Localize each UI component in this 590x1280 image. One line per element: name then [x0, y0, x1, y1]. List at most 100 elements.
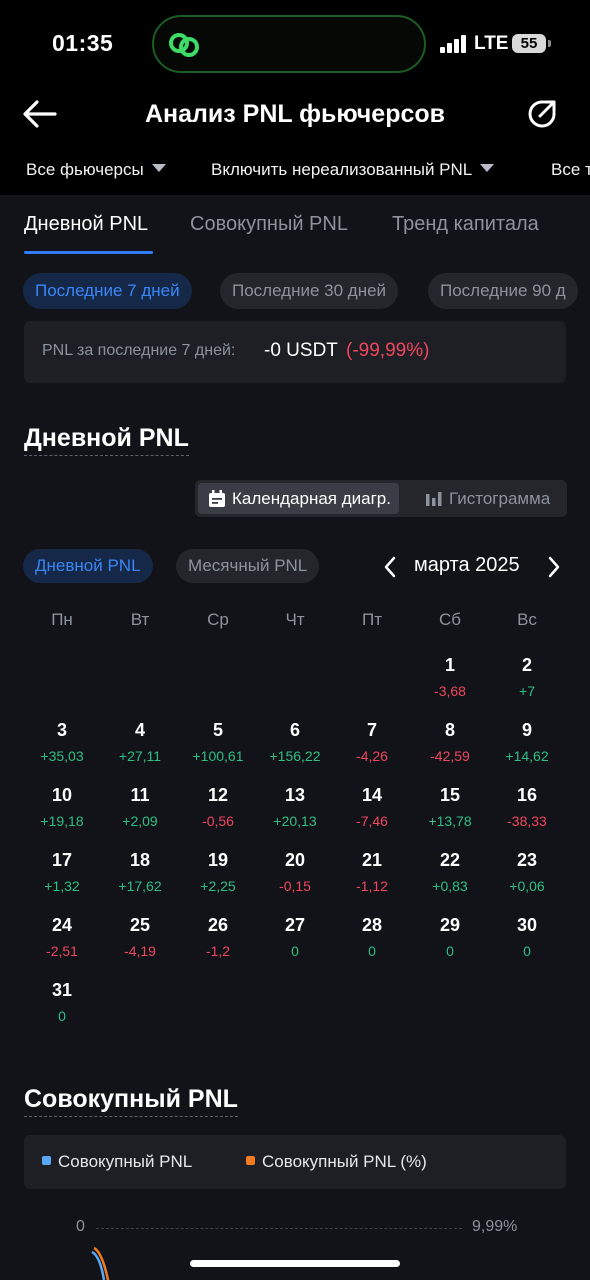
calendar-day[interactable]: 15 +13,78	[411, 785, 489, 829]
day-number: 4	[134, 720, 145, 740]
calendar-day[interactable]: 27 0	[256, 915, 334, 959]
tab-cumulative-pnl[interactable]: Совокупный PNL	[190, 213, 348, 236]
day-number: 5	[212, 720, 223, 740]
day-number: 26	[207, 915, 229, 935]
filter-unrealized-dropdown[interactable]: Включить нереализованный PNL	[211, 160, 495, 180]
day-number: 2	[521, 655, 532, 675]
calendar-day[interactable]: 6 +156,22	[256, 720, 334, 764]
calendar-day[interactable]: 29 0	[411, 915, 489, 959]
calendar-day[interactable]: 25 -4,19	[101, 915, 179, 959]
share-icon[interactable]	[526, 98, 558, 130]
calendar-day[interactable]: 30 0	[488, 915, 566, 959]
calendar-day[interactable]: 7 -4,26	[333, 720, 411, 764]
legend-item-pnl[interactable]: Совокупный PNL	[42, 1152, 192, 1172]
day-number: 14	[361, 785, 383, 805]
day-pnl-value: -42,59	[430, 748, 470, 764]
summary-percent: (-99,99%)	[346, 340, 430, 361]
home-indicator	[190, 1260, 400, 1267]
day-number: 24	[51, 915, 73, 935]
cumulative-pnl-heading: Совокупный PNL	[24, 1085, 238, 1117]
day-number: 18	[129, 850, 151, 870]
period-30-days[interactable]: Последние 30 дней	[220, 273, 399, 309]
calendar-day[interactable]: 5 +100,61	[179, 720, 257, 764]
pnl-summary-card: PNL за последние 7 дней: -0 USDT (-99,99…	[24, 321, 566, 383]
day-pnl-value: +35,03	[40, 748, 84, 764]
calendar-day[interactable]: 19 +2,25	[179, 850, 257, 894]
filter-futures-dropdown[interactable]: Все фьючерсы	[26, 160, 166, 180]
day-pnl-value: +13,78	[428, 813, 472, 829]
calendar-day[interactable]: 10 +19,18	[23, 785, 101, 829]
calendar-day[interactable]: 11 +2,09	[101, 785, 179, 829]
calendar-day[interactable]: 14 -7,46	[333, 785, 411, 829]
chevron-right-icon[interactable]	[544, 555, 564, 579]
period-7-days[interactable]: Последние 7 дней	[23, 273, 192, 309]
period-90-days[interactable]: Последние 90 д	[428, 273, 578, 309]
calendar-view-button[interactable]: Календарная диагр.	[198, 483, 399, 514]
filter-third-dropdown[interactable]: Все т	[551, 160, 590, 180]
page-title: Анализ PNL фьючерсов	[144, 100, 446, 128]
calendar-day[interactable]: 31 0	[23, 980, 101, 1024]
calendar-day[interactable]: 23 +0,06	[488, 850, 566, 894]
day-number: 7	[366, 720, 377, 740]
calendar-day[interactable]: 20 -0,15	[256, 850, 334, 894]
day-pnl-value: -4,19	[124, 943, 156, 959]
day-pnl-value: +2,09	[122, 813, 158, 829]
calendar-day[interactable]: 1 -3,68	[411, 655, 489, 699]
status-bar: 01:35 LTE 55	[0, 0, 590, 90]
axis-left-label: 0	[76, 1218, 85, 1235]
calendar-day[interactable]: 8 -42,59	[411, 720, 489, 764]
day-number: 19	[207, 850, 229, 870]
day-number: 11	[130, 785, 150, 805]
day-pnl-value: +1,32	[44, 878, 80, 894]
calendar-day[interactable]: 13 +20,13	[256, 785, 334, 829]
histogram-view-button[interactable]: Гистограмма	[415, 483, 558, 514]
day-pnl-value: -0,56	[202, 813, 234, 829]
battery-icon: 55	[512, 34, 546, 53]
legend-pnl-label: Совокупный PNL	[58, 1152, 193, 1171]
calendar-day[interactable]: 18 +17,62	[101, 850, 179, 894]
calendar-day[interactable]: 16 -38,33	[488, 785, 566, 829]
weekday-label: Пт	[361, 610, 382, 629]
active-tab-indicator	[24, 251, 153, 254]
calendar-day[interactable]: 4 +27,11	[101, 720, 179, 764]
chart-legend: Совокупный PNL Совокупный PNL (%)	[24, 1135, 566, 1189]
calendar-day[interactable]: 28 0	[333, 915, 411, 959]
legend-item-pct[interactable]: Совокупный PNL (%)	[246, 1152, 427, 1172]
calendar-day[interactable]: 2 +7	[488, 655, 566, 699]
calendar-day[interactable]: 12 -0,56	[179, 785, 257, 829]
network-type: LTE	[474, 33, 509, 54]
day-number: 10	[51, 785, 73, 805]
calendar-day[interactable]: 17 +1,32	[23, 850, 101, 894]
calendar-day[interactable]: 21 -1,12	[333, 850, 411, 894]
day-number: 9	[521, 720, 532, 740]
weekday-label: Вт	[130, 610, 150, 629]
signal-icon	[440, 35, 468, 53]
calendar-day[interactable]: 9 +14,62	[488, 720, 566, 764]
day-pnl-value: +14,62	[505, 748, 549, 764]
day-pnl-value: +100,61	[192, 748, 244, 764]
day-number: 15	[439, 785, 461, 805]
day-pnl-value: 0	[291, 943, 299, 959]
weekday-label: Пн	[51, 610, 73, 629]
day-pnl-value: -2,51	[46, 943, 78, 959]
calendar-view-label: Календарная диагр.	[232, 489, 391, 508]
tab-daily-pnl[interactable]: Дневной PNL	[24, 213, 148, 236]
day-number: 22	[439, 850, 461, 870]
day-pnl-value: +0,06	[509, 878, 545, 894]
day-number: 8	[444, 720, 455, 740]
daily-pnl-chip[interactable]: Дневной PNL	[23, 549, 153, 583]
day-pnl-value: -7,46	[356, 813, 388, 829]
calendar-day[interactable]: 24 -2,51	[23, 915, 101, 959]
chevron-down-icon	[480, 164, 495, 172]
calendar-day[interactable]: 22 +0,83	[411, 850, 489, 894]
day-pnl-value: 0	[446, 943, 454, 959]
day-pnl-value: -0,15	[279, 878, 311, 894]
chevron-left-icon[interactable]	[380, 555, 400, 579]
calendar-day[interactable]: 26 -1,2	[179, 915, 257, 959]
calendar-day[interactable]: 3 +35,03	[23, 720, 101, 764]
chart-gridline	[96, 1228, 462, 1229]
tab-capital-trend[interactable]: Тренд капитала	[392, 213, 539, 236]
link-app-icon	[169, 33, 199, 57]
day-number: 31	[51, 980, 73, 1000]
monthly-pnl-chip[interactable]: Месячный PNL	[176, 549, 320, 583]
